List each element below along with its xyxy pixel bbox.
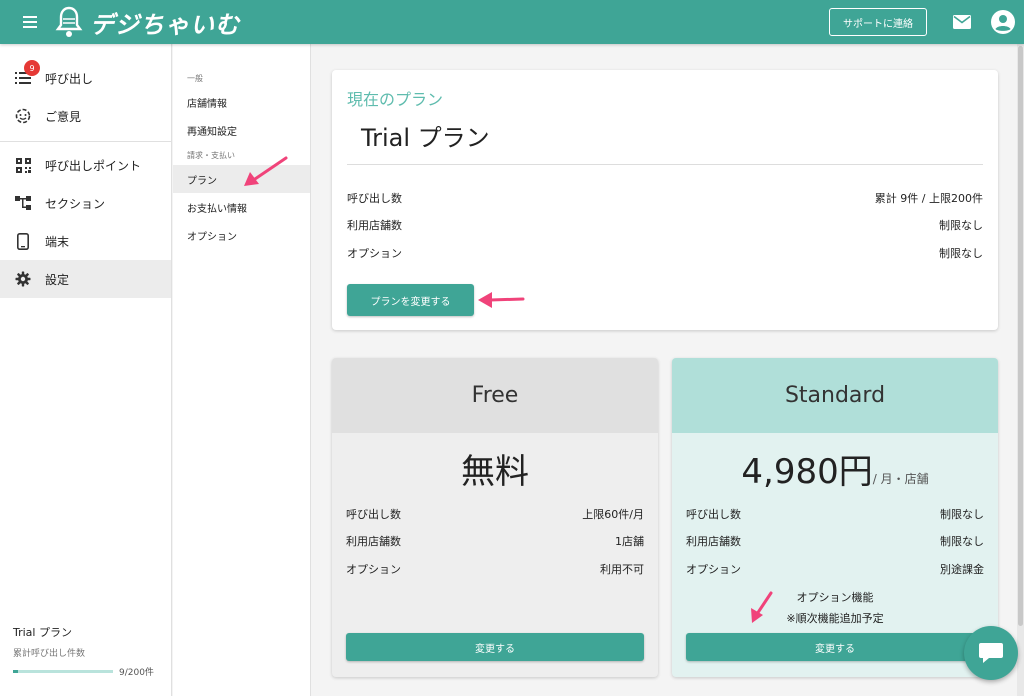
account-circle-icon[interactable]	[991, 10, 1015, 34]
annotation-arrow-plan	[244, 156, 288, 186]
sidebar-item-call-points[interactable]: 呼び出しポイント	[0, 146, 171, 184]
info-row-stores: 利用店舗数 制限なし	[347, 217, 983, 233]
current-plan-label: 現在のプラン	[347, 90, 444, 109]
info-label: 呼び出し数	[347, 192, 402, 205]
submenu-item-renotify[interactable]: 再通知設定	[173, 116, 310, 144]
plan-row-stores: 利用店舗数 制限なし	[686, 533, 984, 549]
plan-title: Standard	[672, 358, 998, 433]
info-row-options: オプション 制限なし	[347, 245, 983, 261]
info-row-calls: 呼び出し数 累計 9件 / 上限200件	[347, 190, 983, 206]
plan-row-value: 制限なし	[940, 535, 984, 548]
plan-row-label: 利用店舗数	[686, 535, 741, 548]
qr-code-icon	[14, 156, 32, 174]
current-plan-card: 現在のプラン Trial プラン 呼び出し数 累計 9件 / 上限200件 利用…	[332, 70, 998, 330]
info-label: オプション	[347, 247, 402, 260]
plan-row-options: オプション 利用不可	[346, 561, 644, 577]
plan-row-label: オプション	[686, 563, 741, 576]
notification-badge: 9	[24, 60, 40, 76]
sidebar: 9 呼び出し ご意見 呼び出しポイント セクション 端末 設定 Trial プラ…	[0, 44, 172, 696]
change-plan-button[interactable]: プランを変更する	[347, 284, 474, 316]
chat-bubble-icon	[979, 643, 1003, 663]
usage-progress-fill	[13, 670, 18, 673]
plan-row-options: オプション 別途課金	[686, 561, 984, 577]
plan-row-value: 利用不可	[600, 563, 644, 576]
phone-icon	[14, 232, 32, 250]
contact-support-button[interactable]: サポートに連絡	[829, 8, 927, 36]
usage-label: 累計呼び出し件数	[13, 649, 86, 659]
gear-icon	[14, 270, 32, 288]
plan-title: Free	[332, 358, 658, 433]
price-amount: 無料	[461, 452, 529, 492]
free-plan-card: Free 無料 呼び出し数 上限60件/月 利用店舗数 1店舗 オプション 利用…	[332, 358, 658, 677]
usage-progress-bar	[13, 670, 113, 673]
plan-row-label: オプション	[346, 563, 401, 576]
scrollbar-thumb[interactable]	[1018, 46, 1023, 626]
menu-icon[interactable]	[18, 10, 42, 34]
plan-row-label: 呼び出し数	[686, 508, 741, 521]
brand-logo[interactable]: デジちゃいむ	[54, 0, 240, 44]
mail-icon[interactable]	[953, 15, 971, 29]
plan-name: Trial プラン	[13, 626, 72, 639]
plan-price: 無料	[332, 444, 658, 493]
plan-row-value: 別途課金	[940, 563, 984, 576]
option-note-sub: ※順次機能追加予定	[786, 612, 884, 625]
price-unit: / 月・店舗	[872, 472, 929, 486]
sidebar-divider	[0, 141, 171, 142]
info-label: 利用店舗数	[347, 219, 402, 232]
current-plan-name: Trial プラン	[361, 124, 490, 152]
plan-row-calls: 呼び出し数 制限なし	[686, 506, 984, 522]
plan-row-calls: 呼び出し数 上限60件/月	[346, 506, 644, 522]
hierarchy-icon	[14, 194, 32, 212]
plan-row-value: 制限なし	[940, 508, 984, 521]
sidebar-item-devices[interactable]: 端末	[0, 222, 171, 260]
plan-row-label: 呼び出し数	[346, 508, 401, 521]
settings-submenu: 一般 店舗情報 再通知設定 請求・支払い プラン お支払い情報 オプション	[173, 44, 311, 696]
section-header-general: 一般	[187, 74, 203, 83]
submenu-item-store-info[interactable]: 店舗情報	[173, 88, 310, 116]
divider	[347, 164, 983, 165]
usage-count: 9/200件	[119, 668, 154, 678]
plan-row-stores: 利用店舗数 1店舗	[346, 533, 644, 549]
annotation-arrow-change-plan	[478, 292, 525, 308]
standard-plan-card: Standard 4,980円/ 月・店舗 呼び出し数 制限なし 利用店舗数 制…	[672, 358, 998, 677]
feedback-icon	[14, 107, 32, 125]
plan-price: 4,980円/ 月・店舗	[672, 444, 998, 493]
option-note: オプション機能	[796, 591, 874, 604]
plan-usage-summary: Trial プラン 累計呼び出し件数 9/200件	[13, 624, 163, 678]
info-value: 制限なし	[939, 247, 983, 260]
sidebar-item-label: ご意見	[45, 109, 82, 124]
plan-row-value: 1店舗	[615, 535, 644, 548]
plan-row-label: 利用店舗数	[346, 535, 401, 548]
sidebar-item-label: 設定	[45, 272, 70, 287]
sidebar-item-settings[interactable]: 設定	[0, 260, 171, 298]
chat-button[interactable]	[964, 626, 1018, 680]
sidebar-item-label: 端末	[45, 234, 70, 249]
scrollbar[interactable]	[1017, 44, 1024, 696]
app-bar: デジちゃいむ サポートに連絡	[0, 0, 1024, 44]
sidebar-item-feedback[interactable]: ご意見	[0, 97, 171, 135]
main-content: 現在のプラン Trial プラン 呼び出し数 累計 9件 / 上限200件 利用…	[312, 44, 1024, 696]
brand-name: デジちゃいむ	[90, 10, 240, 39]
info-value: 累計 9件 / 上限200件	[874, 192, 983, 205]
submenu-item-option[interactable]: オプション	[173, 221, 310, 249]
select-free-plan-button[interactable]: 変更する	[346, 633, 644, 661]
annotation-arrow-option	[751, 591, 773, 623]
info-value: 制限なし	[939, 219, 983, 232]
sidebar-item-calls[interactable]: 9 呼び出し	[0, 59, 171, 97]
sidebar-item-sections[interactable]: セクション	[0, 184, 171, 222]
select-standard-plan-button[interactable]: 変更する	[686, 633, 984, 661]
sidebar-item-label: セクション	[45, 196, 106, 211]
plan-row-value: 上限60件/月	[582, 508, 644, 521]
sidebar-item-label: 呼び出し	[45, 71, 94, 86]
submenu-item-payment[interactable]: お支払い情報	[173, 193, 310, 221]
sidebar-item-label: 呼び出しポイント	[45, 158, 142, 173]
price-amount: 4,980円	[741, 452, 873, 492]
bell-logo-icon	[55, 6, 83, 37]
